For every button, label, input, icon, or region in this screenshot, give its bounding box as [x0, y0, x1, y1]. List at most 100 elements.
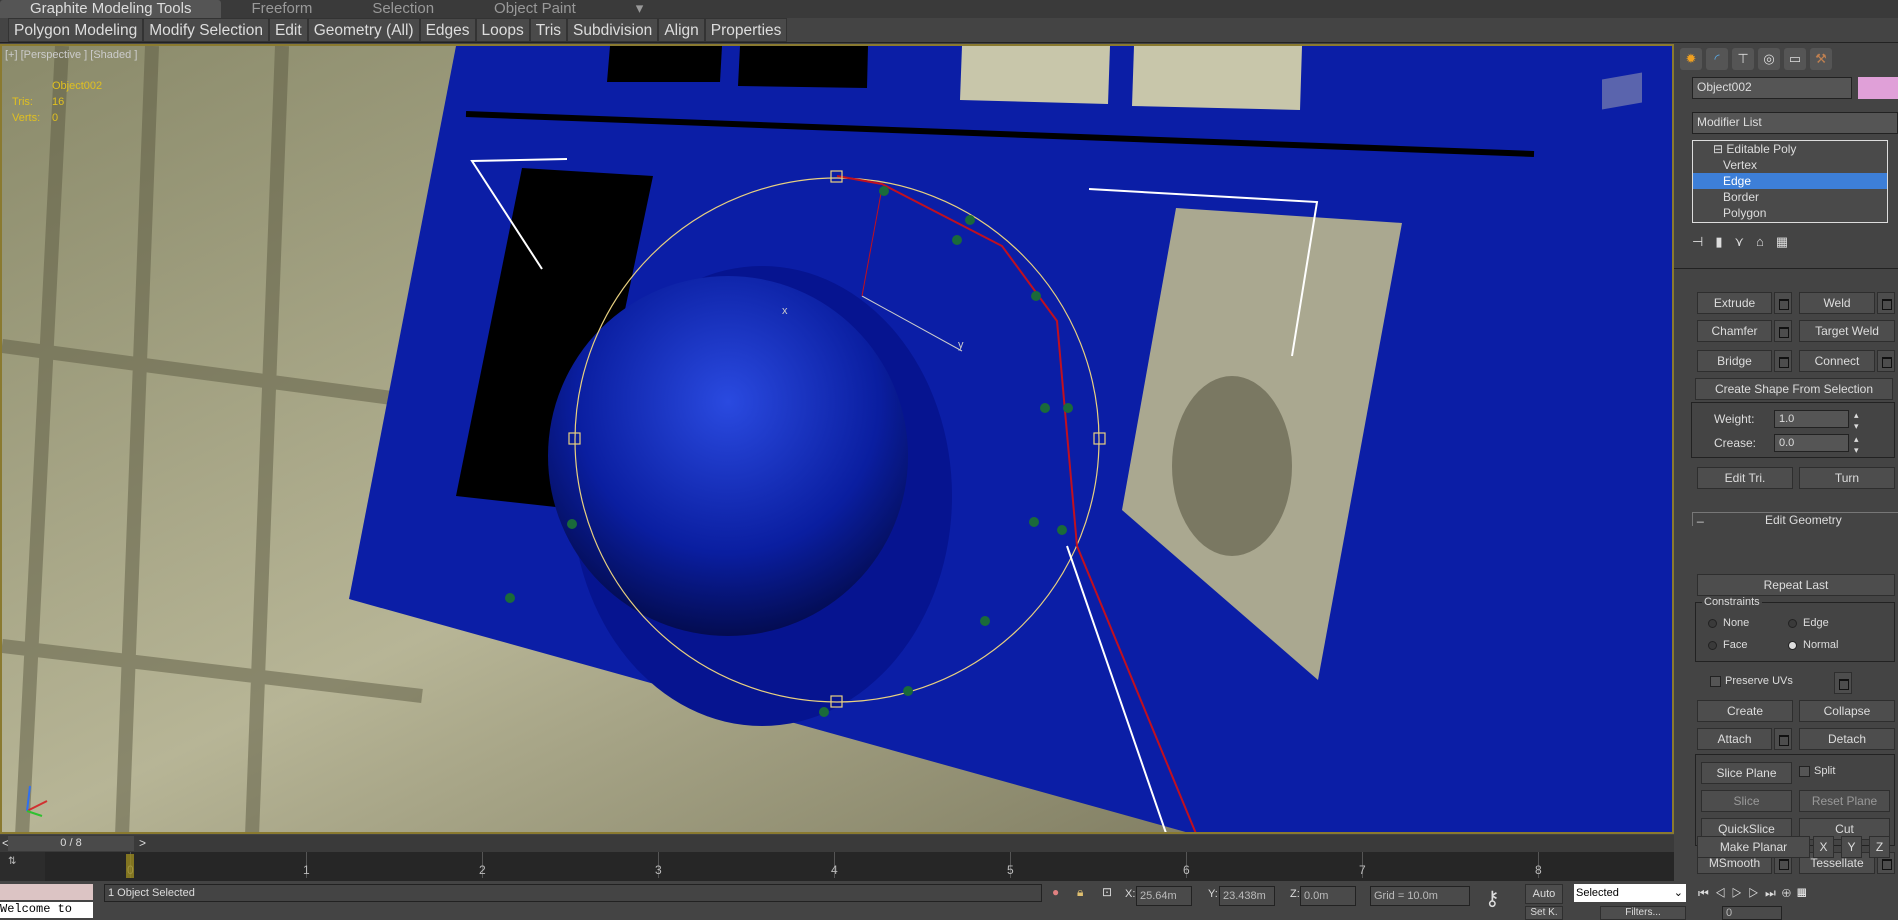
- chamfer-settings-button[interactable]: [1774, 320, 1792, 342]
- bridge-button[interactable]: Bridge: [1697, 350, 1772, 372]
- ribbon-subdivision[interactable]: Subdivision: [567, 18, 659, 42]
- tab-graphite-modeling-tools[interactable]: Graphite Modeling Tools: [0, 0, 222, 18]
- planar-x-button[interactable]: X: [1813, 836, 1834, 858]
- utilities-tab-icon[interactable]: ⚒: [1810, 48, 1832, 70]
- key-filter-dropdown[interactable]: Selected ⌄: [1574, 884, 1686, 902]
- weld-settings-button[interactable]: [1877, 292, 1895, 314]
- next-frame-icon[interactable]: ▷: [1748, 886, 1765, 900]
- weight-spinner[interactable]: ▴ ▾: [1854, 410, 1859, 432]
- reset-plane-button[interactable]: Reset Plane: [1799, 790, 1890, 812]
- prev-frame-icon[interactable]: ◁: [1715, 886, 1732, 900]
- turn-button[interactable]: Turn: [1799, 467, 1895, 489]
- absolute-mode-icon[interactable]: ⊡: [1102, 885, 1112, 899]
- stack-vertex[interactable]: Vertex: [1693, 157, 1887, 173]
- constraint-face[interactable]: Face: [1708, 639, 1747, 651]
- x-coord-field[interactable]: 25.64m: [1136, 886, 1192, 906]
- tab-selection[interactable]: Selection: [342, 0, 464, 18]
- configure-sets-icon[interactable]: ▦: [1776, 234, 1800, 249]
- create-tab-icon[interactable]: ✹: [1680, 48, 1702, 70]
- planar-y-button[interactable]: Y: [1841, 836, 1862, 858]
- viewport-label[interactable]: [+] [Perspective ] [Shaded ]: [5, 49, 137, 61]
- stack-edge[interactable]: Edge: [1693, 173, 1887, 189]
- attach-button[interactable]: Attach: [1697, 728, 1772, 750]
- crease-spinner[interactable]: ▴ ▾: [1854, 434, 1859, 456]
- preserve-uvs-settings-button[interactable]: [1834, 672, 1852, 694]
- object-name-field[interactable]: Object002: [1692, 77, 1852, 99]
- remove-modifier-icon[interactable]: ⌂: [1756, 234, 1776, 249]
- make-planar-button[interactable]: Make Planar: [1697, 836, 1810, 858]
- ribbon-geometry-all[interactable]: Geometry (All): [307, 18, 420, 42]
- tab-freeform[interactable]: Freeform: [221, 0, 342, 18]
- ribbon-align[interactable]: Align: [658, 18, 705, 42]
- modify-tab-icon[interactable]: ◜: [1706, 48, 1728, 70]
- auto-key-button[interactable]: Auto: [1525, 884, 1563, 904]
- z-coord-field[interactable]: 0.0m: [1300, 886, 1356, 906]
- chamfer-button[interactable]: Chamfer: [1697, 320, 1772, 342]
- object-color-swatch[interactable]: [1858, 77, 1898, 99]
- planar-z-button[interactable]: Z: [1869, 836, 1890, 858]
- goto-end-icon[interactable]: ⏭: [1765, 886, 1782, 900]
- lock-selection-icon[interactable]: 🔒︎: [1077, 885, 1083, 900]
- track-bar[interactable]: ⇅ 012345678: [0, 852, 1674, 881]
- constraint-normal[interactable]: Normal: [1788, 639, 1838, 651]
- ribbon-modify-selection[interactable]: Modify Selection: [143, 18, 269, 42]
- modifier-list-dropdown[interactable]: Modifier List: [1692, 112, 1898, 134]
- connect-button[interactable]: Connect: [1799, 350, 1875, 372]
- set-key-icon[interactable]: ⚷: [1485, 886, 1500, 911]
- extrude-settings-button[interactable]: [1774, 292, 1792, 314]
- goto-start-icon[interactable]: ⏮: [1698, 886, 1715, 900]
- tab-object-paint[interactable]: Object Paint: [464, 0, 606, 18]
- edit-tri-button[interactable]: Edit Tri.: [1697, 467, 1793, 489]
- zoom-icon[interactable]: ⊕: [1782, 886, 1797, 900]
- hierarchy-tab-icon[interactable]: ⊤: [1732, 48, 1754, 70]
- time-slider-thumb[interactable]: 0 / 8: [8, 836, 134, 851]
- stack-polygon[interactable]: Polygon: [1693, 205, 1887, 221]
- ribbon-properties[interactable]: Properties: [704, 18, 788, 42]
- bridge-settings-button[interactable]: [1774, 350, 1792, 372]
- constraint-edge[interactable]: Edge: [1788, 617, 1829, 629]
- slice-plane-button[interactable]: Slice Plane: [1701, 762, 1792, 784]
- maxscript-listener[interactable]: Welcome to: [0, 902, 93, 918]
- pin-stack-icon[interactable]: ⊣: [1692, 234, 1715, 249]
- slice-button[interactable]: Slice: [1701, 790, 1792, 812]
- ribbon-edges[interactable]: Edges: [419, 18, 476, 42]
- time-slider[interactable]: < 0 / 8 >: [0, 835, 1674, 852]
- repeat-last-button[interactable]: Repeat Last: [1697, 574, 1895, 596]
- collapse-button[interactable]: Collapse: [1799, 700, 1895, 722]
- ribbon-edit[interactable]: Edit: [268, 18, 308, 42]
- show-end-result-icon[interactable]: ▮: [1715, 234, 1734, 249]
- perspective-viewport[interactable]: x y [+] [Perspective ] [Shaded ] Object0…: [0, 44, 1674, 834]
- play-icon[interactable]: ▷: [1732, 886, 1749, 900]
- crease-field[interactable]: 0.0: [1774, 434, 1849, 452]
- create-shape-button[interactable]: Create Shape From Selection: [1695, 378, 1893, 400]
- ribbon-tris[interactable]: Tris: [529, 18, 568, 42]
- edit-geometry-rollout-header[interactable]: _ Edit Geometry: [1692, 509, 1898, 527]
- time-next-button[interactable]: >: [139, 836, 146, 850]
- ribbon-options-icon[interactable]: ▾: [606, 0, 674, 18]
- y-coord-field[interactable]: 23.438m: [1219, 886, 1275, 906]
- isolate-icon[interactable]: ●: [1052, 885, 1059, 899]
- constraint-none[interactable]: None: [1708, 617, 1749, 629]
- attach-settings-button[interactable]: [1774, 728, 1792, 750]
- mini-curve-editor-icon[interactable]: ⇅: [8, 856, 28, 876]
- stack-border[interactable]: Border: [1693, 189, 1887, 205]
- connect-settings-button[interactable]: [1877, 350, 1895, 372]
- zoom-all-icon[interactable]: ▦: [1797, 886, 1813, 900]
- make-unique-icon[interactable]: ⋎: [1734, 234, 1756, 249]
- weight-field[interactable]: 1.0: [1774, 410, 1849, 428]
- ribbon-polygon-modeling[interactable]: Polygon Modeling: [8, 18, 144, 42]
- maxscript-listener-top[interactable]: [0, 884, 93, 900]
- stack-editable-poly[interactable]: ⊟ Editable Poly: [1693, 141, 1887, 157]
- display-tab-icon[interactable]: ▭: [1784, 48, 1806, 70]
- extrude-button[interactable]: Extrude: [1697, 292, 1772, 314]
- split-checkbox[interactable]: Split: [1799, 765, 1835, 777]
- preserve-uvs-checkbox[interactable]: Preserve UVs: [1710, 675, 1793, 687]
- ribbon-loops[interactable]: Loops: [475, 18, 530, 42]
- create-button[interactable]: Create: [1697, 700, 1793, 722]
- time-cursor[interactable]: [126, 854, 134, 878]
- motion-tab-icon[interactable]: ◎: [1758, 48, 1780, 70]
- tessellate-button[interactable]: Tessellate: [1799, 852, 1875, 874]
- weld-button[interactable]: Weld: [1799, 292, 1875, 314]
- target-weld-button[interactable]: Target Weld: [1799, 320, 1895, 342]
- detach-button[interactable]: Detach: [1799, 728, 1895, 750]
